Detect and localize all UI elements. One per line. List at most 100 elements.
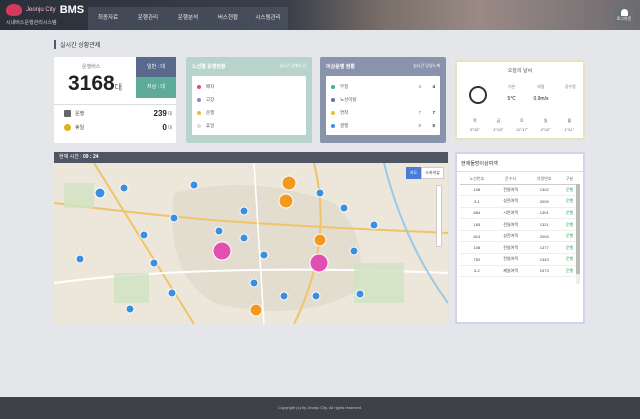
column-header[interactable]: 구분 <box>561 175 578 185</box>
normal-bus-button[interactable]: 일반 : 대 <box>136 57 176 77</box>
table-cell: 1377 <box>527 241 562 255</box>
bus-marker-icon[interactable] <box>249 278 259 288</box>
status-item: 연착 7 7 <box>331 106 435 119</box>
status-realtime-value: 0 <box>418 123 421 128</box>
table-row[interactable]: 684 시민여객 1301 운행 <box>460 207 578 220</box>
column-header[interactable]: 운수사 <box>493 175 528 185</box>
table-row[interactable]: 3-1 성진여객 2009 운행 <box>460 195 578 208</box>
running-label: 운행 <box>75 111 85 117</box>
bus-marker-icon[interactable] <box>139 230 149 240</box>
weather-head: 바람 <box>537 84 545 89</box>
current-time: 09 : 24 <box>82 154 99 160</box>
column-header[interactable]: 차량번호 <box>527 175 562 185</box>
status-label: 결행 <box>340 122 349 128</box>
running-value: 239 <box>153 109 167 118</box>
bus-marker-icon[interactable] <box>94 187 106 199</box>
map-time-bar: 현재 시간 : 09 : 24 <box>54 152 448 163</box>
bus-marker-icon[interactable] <box>313 233 327 247</box>
bus-marker-icon[interactable] <box>169 213 179 223</box>
anomaly-panel-meta: 실시간 당일누계 <box>413 63 440 68</box>
status-label: 연착 <box>340 109 349 115</box>
logout-button[interactable]: 로그아웃 <box>614 6 634 26</box>
status-label: 무정 <box>340 83 349 89</box>
table-cell: 전일여객 <box>493 241 528 255</box>
main-nav: 최종자료 운행관리 운행분석 버스현황 시스템관리 <box>88 7 288 30</box>
table-row[interactable]: 752 전일여객 1343 운행 <box>460 253 578 266</box>
bus-marker-icon[interactable] <box>214 226 224 236</box>
bus-marker-icon[interactable] <box>369 220 379 230</box>
table-cell: 752 <box>460 253 494 266</box>
low-floor-bus-button[interactable]: 저상 : 대 <box>136 77 176 98</box>
map-type-map-button[interactable]: 지도 <box>405 167 422 179</box>
status-item: 운행 <box>197 106 301 119</box>
table-cell: 1343 <box>527 253 562 266</box>
column-header[interactable]: 노선번호 <box>460 175 494 185</box>
bus-marker-icon[interactable] <box>281 175 297 191</box>
total-bus-value: 3168 <box>68 72 115 95</box>
zoom-slider[interactable] <box>436 185 442 247</box>
scroll-thumb[interactable] <box>576 184 580 274</box>
table-cell: 3-2 <box>460 265 494 278</box>
forecast-day: 목 <box>472 118 477 123</box>
nav-item-analysis[interactable]: 운행분석 <box>168 7 208 30</box>
bus-marker-icon[interactable] <box>339 203 349 213</box>
bus-marker-icon[interactable] <box>239 206 249 216</box>
footer: Copyright (c) by Jeonju City. All rights… <box>0 397 640 419</box>
bus-marker-icon[interactable] <box>311 291 321 301</box>
app-logo[interactable]: Jeonju City BMS 시내버스운행관리시스템 <box>6 4 84 26</box>
logout-label: 로그아웃 <box>616 16 632 21</box>
forecast-temp: 4˚/10˚ <box>540 128 551 132</box>
bus-marker-icon[interactable] <box>249 303 263 317</box>
bus-marker-icon[interactable] <box>309 253 329 273</box>
bus-marker-icon[interactable] <box>279 291 289 301</box>
status-dot-icon <box>331 110 335 115</box>
table-cell: 3-1 <box>460 195 494 208</box>
bus-map[interactable]: 지도 스카이뷰 <box>54 163 448 324</box>
app-subtitle: 시내버스운행관리시스템 <box>6 20 57 26</box>
status-realtime-value: 4 <box>418 84 421 89</box>
bus-marker-icon[interactable] <box>239 233 249 243</box>
table-cell: 시민여객 <box>493 207 528 220</box>
nav-item-bus-status[interactable]: 버스현황 <box>208 7 248 30</box>
table-cell: 165 <box>460 218 494 231</box>
status-item: 배차 <box>197 80 301 93</box>
bus-marker-icon[interactable] <box>75 254 85 264</box>
total-bus-label: 운행버스 <box>82 64 101 70</box>
bus-marker-icon[interactable] <box>119 183 129 193</box>
table-scrollbar[interactable] <box>576 184 580 284</box>
bus-marker-icon[interactable] <box>189 180 199 190</box>
table-row[interactable]: 165 전일여객 1321 운행 <box>460 218 578 231</box>
table-row[interactable]: 108 전일여객 1302 운행 <box>460 184 578 197</box>
map-type-sky-button[interactable]: 스카이뷰 <box>421 167 444 179</box>
table-row[interactable]: 814 성진여객 2004 운행 <box>460 230 578 243</box>
table-cell: 2009 <box>527 195 562 208</box>
bus-marker-icon[interactable] <box>349 246 359 256</box>
table-cell: 1301 <box>527 207 562 220</box>
idle-label: 휴일 <box>75 125 85 131</box>
bus-marker-icon[interactable] <box>125 304 135 314</box>
table-cell: 전일여객 <box>493 184 528 197</box>
weather-value <box>556 96 585 102</box>
status-total-value: 7 <box>432 110 435 115</box>
table-row[interactable]: 3-2 제일여객 1573 운행 <box>460 265 578 278</box>
map-canvas <box>54 163 448 324</box>
bus-marker-icon[interactable] <box>259 250 269 260</box>
nav-item-operation[interactable]: 운행관리 <box>128 7 168 30</box>
page-title: 실시간 상황관제 <box>54 40 100 49</box>
bus-marker-icon[interactable] <box>315 188 325 198</box>
nav-item-system[interactable]: 시스템관리 <box>248 7 288 30</box>
table-cell: 1321 <box>527 218 562 231</box>
nav-item-final-data[interactable]: 최종자료 <box>88 7 128 30</box>
forecast-temp: 3˚/18˚ <box>469 128 480 132</box>
bus-marker-icon[interactable] <box>167 288 177 298</box>
bus-marker-icon[interactable] <box>149 258 159 268</box>
table-cell: 1573 <box>527 265 562 278</box>
table-cell: 전일여객 <box>493 218 528 231</box>
table-row[interactable]: 108 전일여객 1377 운행 <box>460 241 578 255</box>
status-item: 고장 <box>197 93 301 106</box>
bus-marker-icon[interactable] <box>212 241 232 261</box>
bus-marker-icon[interactable] <box>278 193 294 209</box>
bus-marker-icon[interactable] <box>355 289 365 299</box>
weather-values: 5℃ 0.9m/s <box>497 96 585 102</box>
weather-title: 오늘의 날씨 <box>507 68 533 74</box>
